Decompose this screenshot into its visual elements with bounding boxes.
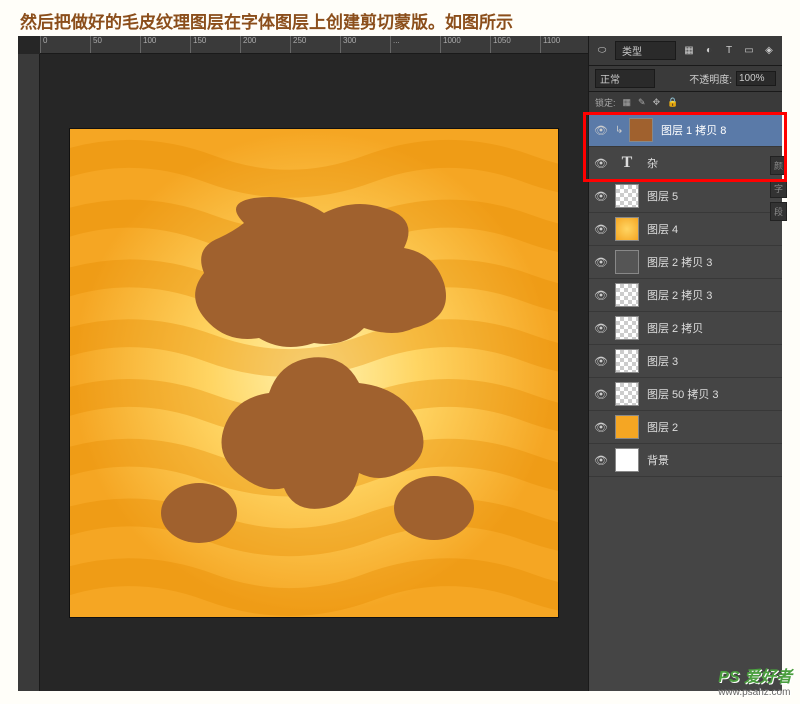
canvas[interactable] <box>69 128 559 618</box>
blend-mode-select[interactable]: 正常 <box>595 69 655 88</box>
layer-name-label[interactable]: 图层 2 <box>647 419 678 435</box>
clip-indent-icon: ↳ <box>615 125 629 136</box>
canvas-area[interactable] <box>40 54 588 691</box>
filter-adjust-icon[interactable]: ◐ <box>702 44 716 58</box>
layer-row[interactable]: 👁 图层 2 拷贝 3 <box>589 279 782 312</box>
side-collapsed-panels: 颜 字 段 <box>770 156 784 225</box>
visibility-eye-icon[interactable]: 👁 <box>593 452 609 468</box>
layer-name-label[interactable]: 图层 4 <box>647 221 678 237</box>
opacity-label: 不透明度: <box>689 71 732 86</box>
layer-thumbnail[interactable] <box>615 415 639 439</box>
filter-shape-icon[interactable]: ▭ <box>742 44 756 58</box>
lock-paint-icon[interactable]: ✎ <box>638 97 646 108</box>
layer-thumbnail[interactable] <box>615 382 639 406</box>
opacity-input[interactable]: 100% <box>736 71 776 86</box>
photoshop-window: 0 50 100 150 200 250 300 ... 1000 1050 1… <box>18 36 782 691</box>
watermark-main: PS 爱好者 <box>718 669 792 686</box>
panel-blend-row: 正常 不透明度: 100% <box>589 66 782 92</box>
layer-thumbnail[interactable] <box>615 250 639 274</box>
layer-name-label[interactable]: 图层 2 拷贝 3 <box>647 254 712 270</box>
layer-row[interactable]: 👁 背景 <box>589 444 782 477</box>
lock-trans-icon[interactable]: ▦ <box>623 97 632 108</box>
visibility-eye-icon[interactable]: 👁 <box>593 353 609 369</box>
layer-row[interactable]: 👁 ↳ 图层 1 拷贝 8 <box>589 114 782 147</box>
visibility-eye-icon[interactable]: 👁 <box>593 419 609 435</box>
layer-thumbnail[interactable] <box>615 448 639 472</box>
character-shape <box>144 193 484 553</box>
filter-pixel-icon[interactable]: ▦ <box>682 44 696 58</box>
visibility-eye-icon[interactable]: 👁 <box>593 188 609 204</box>
layer-thumbnail[interactable] <box>615 184 639 208</box>
layer-row[interactable]: 👁 图层 4 <box>589 213 782 246</box>
layer-row[interactable]: 👁 图层 2 <box>589 411 782 444</box>
layer-thumbnail[interactable] <box>615 217 639 241</box>
visibility-eye-icon[interactable]: 👁 <box>593 254 609 270</box>
layer-name-label[interactable]: 杂 <box>647 155 658 171</box>
visibility-eye-icon[interactable]: 👁 <box>593 122 609 138</box>
watermark-url: www.psahz.com <box>718 687 792 698</box>
visibility-eye-icon[interactable]: 👁 <box>593 155 609 171</box>
type-layer-icon: T <box>615 151 639 175</box>
layers-list: 👁 ↳ 图层 1 拷贝 8 👁 T杂 👁 图层 5 👁 图层 4 👁 图层 2 拷贝 3 👁 图层 2 … <box>589 114 782 477</box>
side-tab-char[interactable]: 字 <box>770 179 787 198</box>
layer-row[interactable]: 👁 图层 3 <box>589 345 782 378</box>
visibility-eye-icon[interactable]: 👁 <box>593 287 609 303</box>
layer-row[interactable]: 👁 图层 50 拷贝 3 <box>589 378 782 411</box>
panel-lock-row: 锁定: ▦ ✎ ✥ 🔒 <box>589 92 782 114</box>
layer-thumbnail[interactable] <box>615 349 639 373</box>
layer-name-label[interactable]: 图层 3 <box>647 353 678 369</box>
layer-thumbnail[interactable] <box>629 118 653 142</box>
layer-thumbnail[interactable] <box>615 283 639 307</box>
layer-row[interactable]: 👁 图层 5 <box>589 180 782 213</box>
side-tab-color[interactable]: 颜 <box>770 156 787 175</box>
kind-select[interactable]: 类型 <box>615 41 676 60</box>
lock-pos-icon[interactable]: ✥ <box>653 97 661 108</box>
layer-name-label[interactable]: 图层 2 拷贝 3 <box>647 287 712 303</box>
lock-label: 锁定: <box>595 96 616 109</box>
panel-top-row: ⬭ 类型 ▦ ◐ T ▭ ◈ <box>589 36 782 66</box>
layer-name-label[interactable]: 背景 <box>647 452 669 468</box>
watermark: PS 爱好者 www.psahz.com <box>718 663 792 698</box>
instruction-text: 然后把做好的毛皮纹理图层在字体图层上创建剪切蒙版。如图所示 <box>0 0 800 41</box>
visibility-eye-icon[interactable]: 👁 <box>593 221 609 237</box>
layer-name-label[interactable]: 图层 50 拷贝 3 <box>647 386 719 402</box>
side-tab-para[interactable]: 段 <box>770 202 787 221</box>
layer-name-label[interactable]: 图层 5 <box>647 188 678 204</box>
layer-row[interactable]: 👁 T杂 <box>589 147 782 180</box>
filter-type-icon[interactable]: T <box>722 44 736 58</box>
visibility-eye-icon[interactable]: 👁 <box>593 320 609 336</box>
layer-thumbnail[interactable] <box>615 316 639 340</box>
layer-row[interactable]: 👁 图层 2 拷贝 <box>589 312 782 345</box>
filter-icon[interactable]: ⬭ <box>595 44 609 58</box>
vertical-ruler <box>18 54 40 691</box>
layer-name-label[interactable]: 图层 1 拷贝 8 <box>661 122 726 138</box>
lock-all-icon[interactable]: 🔒 <box>667 97 678 108</box>
visibility-eye-icon[interactable]: 👁 <box>593 386 609 402</box>
layer-row[interactable]: 👁 图层 2 拷贝 3 <box>589 246 782 279</box>
layer-name-label[interactable]: 图层 2 拷贝 <box>647 320 703 336</box>
layers-panel: ⬭ 类型 ▦ ◐ T ▭ ◈ 正常 不透明度: 100% 锁定: ▦ ✎ ✥ 🔒… <box>588 36 782 691</box>
filter-smart-icon[interactable]: ◈ <box>762 44 776 58</box>
